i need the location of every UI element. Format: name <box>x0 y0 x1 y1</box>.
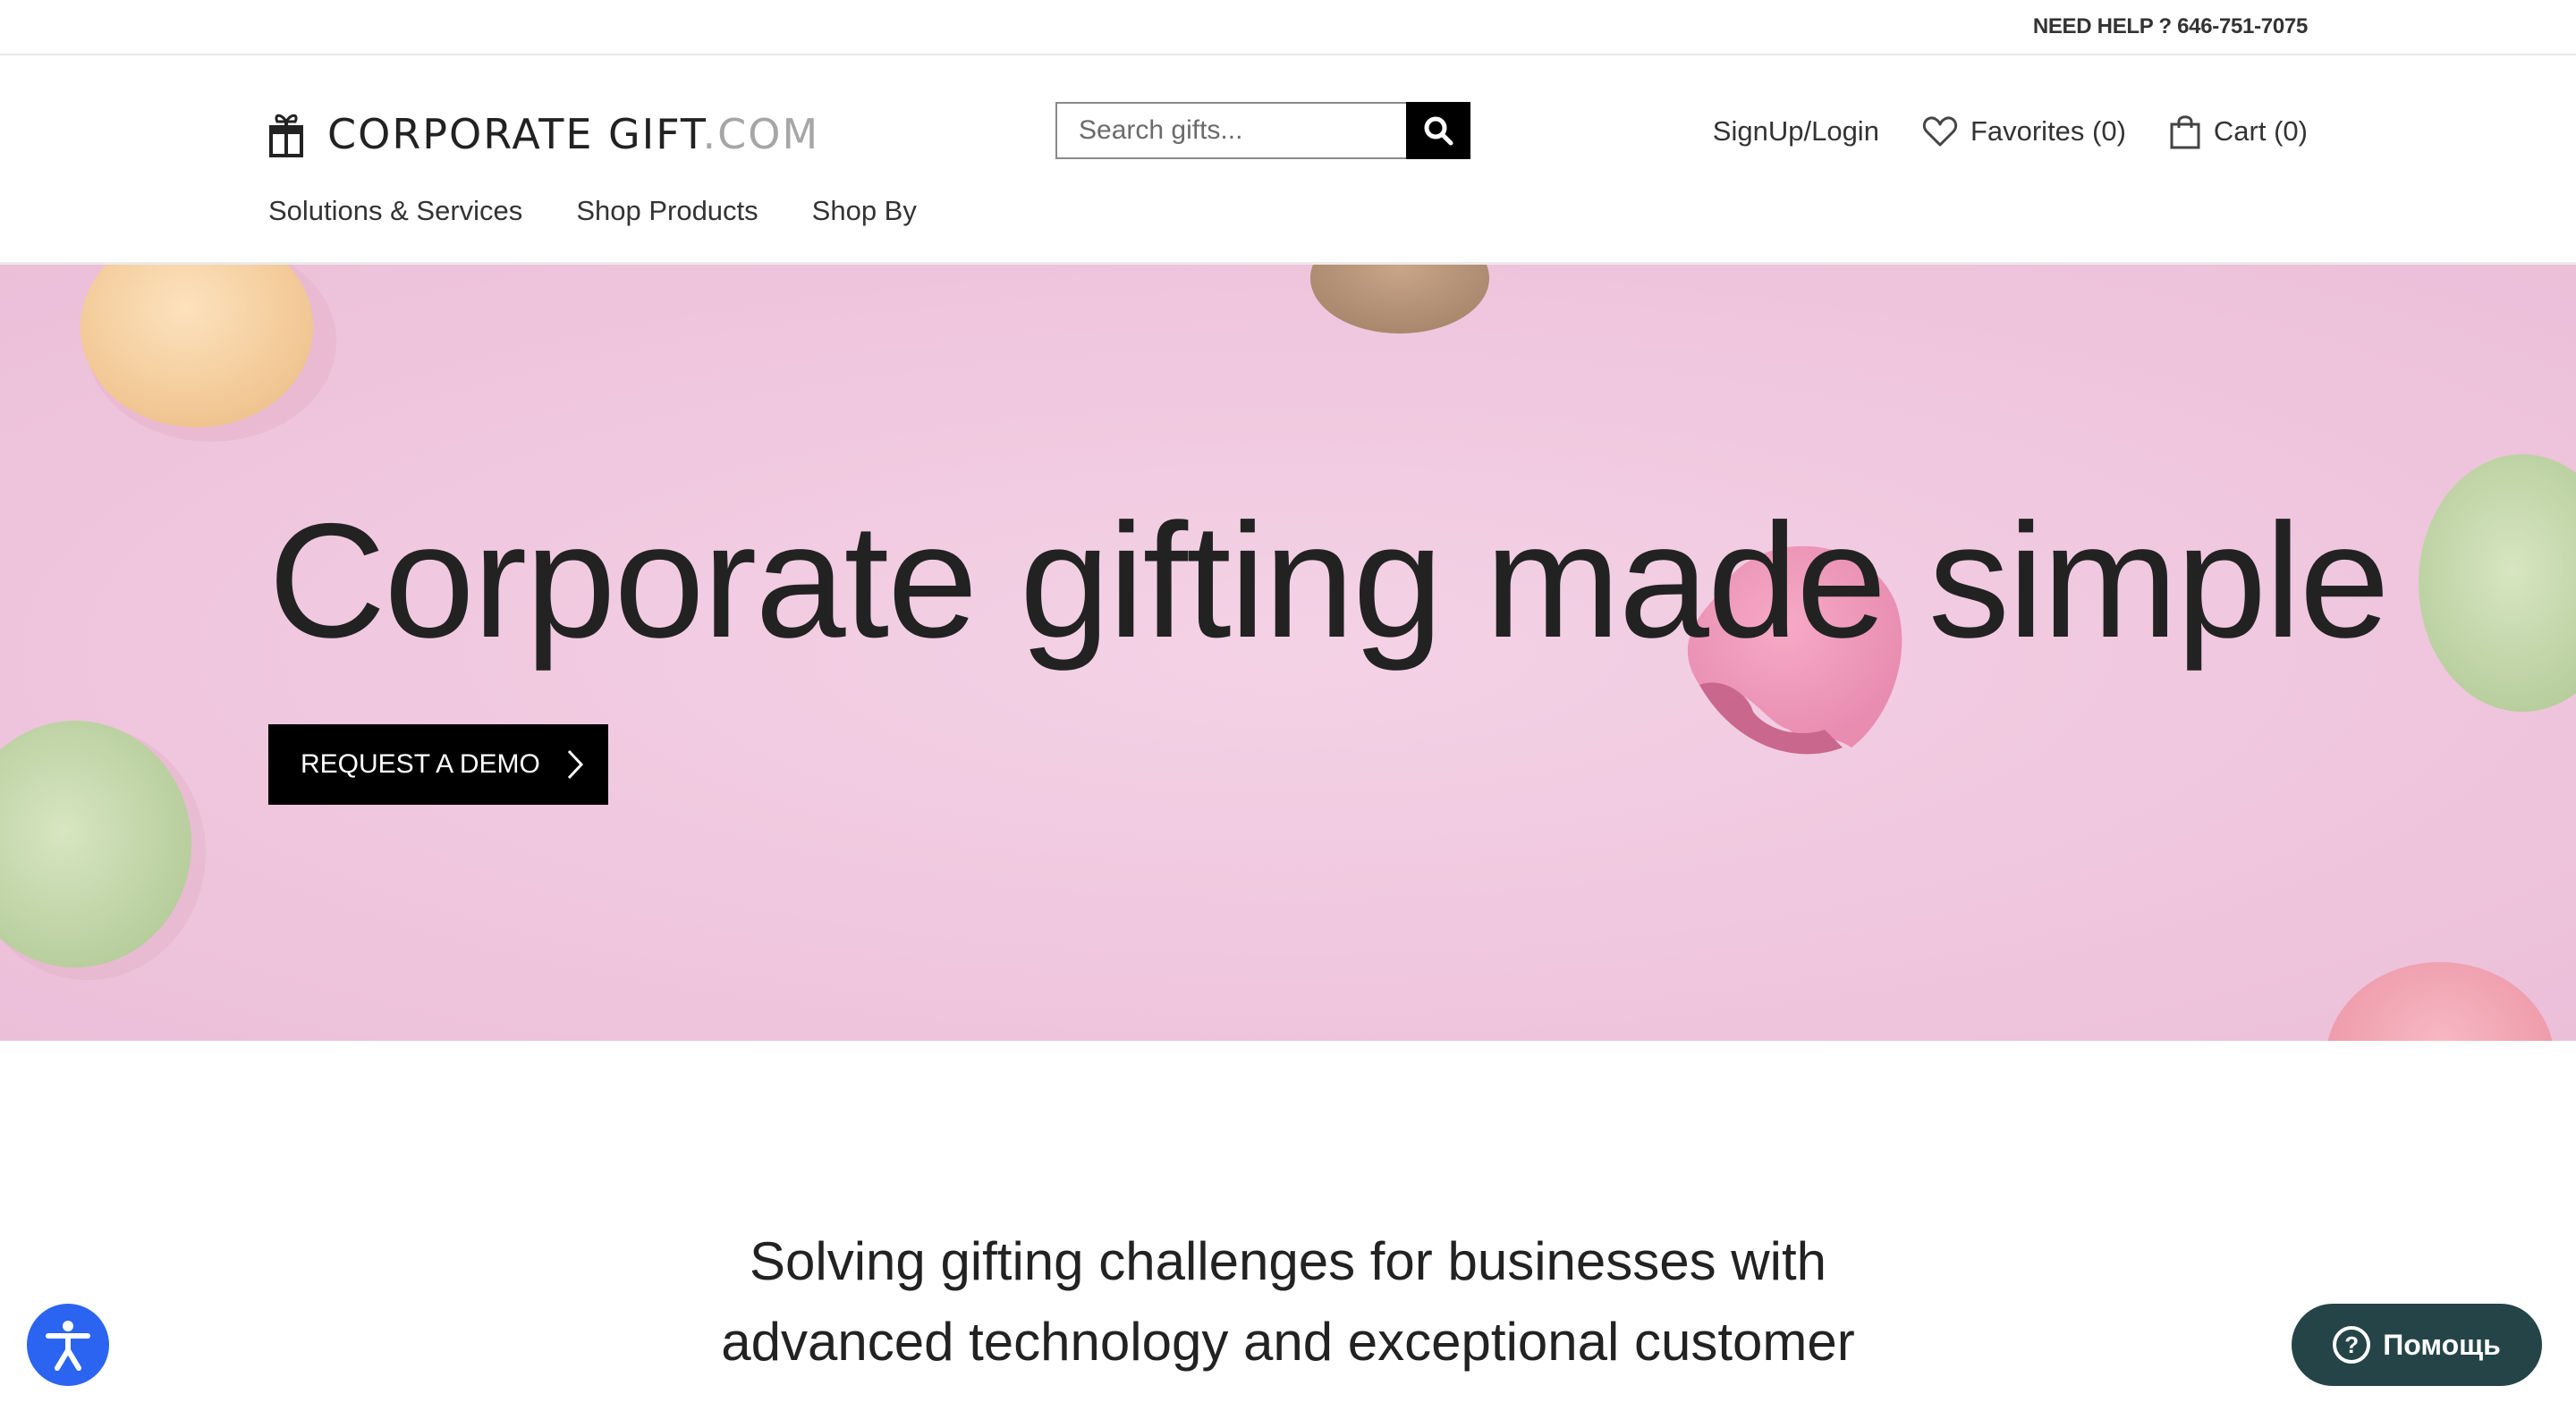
site-header: CORPORATE GIFT.COM SignUp/Login Favorite… <box>0 55 2576 265</box>
main-nav: Solutions & Services Shop Products Shop … <box>268 195 970 227</box>
accessibility-icon <box>46 1321 90 1371</box>
question-icon: ? <box>2333 1326 2371 1364</box>
signup-login-link[interactable]: SignUp/Login <box>1713 115 1879 148</box>
logo-suffix: .COM <box>702 110 820 158</box>
cart-link[interactable]: Cart (0) <box>2169 114 2308 149</box>
search-button[interactable] <box>1406 102 1470 159</box>
hero-banner: Corporate gifting made simple REQUEST A … <box>0 265 2576 1041</box>
account-links: SignUp/Login Favorites (0) Cart (0) <box>1713 109 2308 154</box>
cart-label: Cart (0) <box>2213 115 2308 147</box>
tagline-line-1: Solving gifting challenges for businesse… <box>749 1231 1826 1291</box>
signup-login-label: SignUp/Login <box>1712 115 1879 147</box>
gift-icon <box>269 114 303 157</box>
chevron-right-icon <box>567 749 584 780</box>
request-demo-button[interactable]: REQUEST A DEMO <box>268 724 608 805</box>
hero-title: Corporate gifting made simple <box>268 489 2390 672</box>
top-bar: NEED HELP ? 646-751-7075 <box>0 0 2576 55</box>
tagline: Solving gifting challenges for businesse… <box>0 1221 2576 1382</box>
request-demo-label: REQUEST A DEMO <box>301 749 540 779</box>
help-chat-button[interactable]: ? Помощь <box>2292 1304 2542 1386</box>
favorites-label: Favorites (0) <box>1970 115 2126 147</box>
nav-shop-by[interactable]: Shop By <box>812 195 917 227</box>
favorites-link[interactable]: Favorites (0) <box>1922 115 2126 148</box>
search-icon <box>1424 116 1453 146</box>
logo[interactable]: CORPORATE GIFT.COM <box>268 107 819 161</box>
search-input[interactable] <box>1055 102 1406 159</box>
logo-text: CORPORATE GIFT.COM <box>327 110 820 158</box>
accessibility-button[interactable] <box>27 1304 109 1386</box>
help-phone[interactable]: NEED HELP ? 646-751-7075 <box>2033 14 2308 39</box>
heart-icon <box>1922 116 1957 147</box>
nav-solutions-services[interactable]: Solutions & Services <box>268 195 522 227</box>
search-bar <box>1055 102 1470 159</box>
tagline-line-2: advanced technology and exceptional cust… <box>721 1312 1855 1372</box>
nav-shop-products[interactable]: Shop Products <box>576 195 758 227</box>
shopping-bag-icon <box>2170 115 2200 149</box>
help-chat-label: Помощь <box>2383 1328 2501 1361</box>
